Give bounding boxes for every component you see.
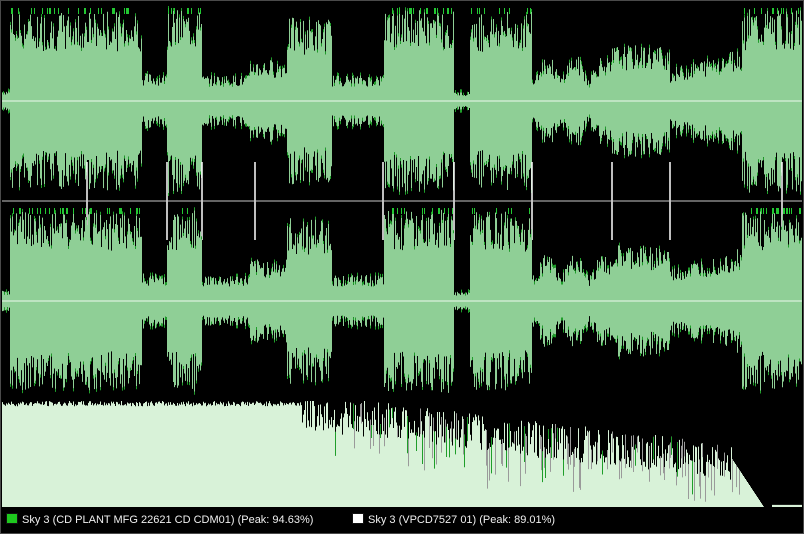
white-swatch-icon bbox=[352, 513, 364, 524]
legend-item-cd-plant: Sky 3 (CD PLANT MFG 22621 CD CDM01) (Pea… bbox=[6, 508, 313, 532]
waveform-canvas bbox=[2, 2, 802, 507]
legend-item-vpcd: Sky 3 (VPCD7527 01) (Peak: 89.01%) bbox=[352, 508, 555, 532]
waveform-comparison-window: Sky 3 (CD PLANT MFG 22621 CD CDM01) (Pea… bbox=[0, 0, 804, 534]
legend-label-cd-plant: Sky 3 (CD PLANT MFG 22621 CD CDM01) (Pea… bbox=[22, 514, 314, 526]
green-swatch-icon bbox=[6, 513, 18, 524]
legend-label-vpcd: Sky 3 (VPCD7527 01) (Peak: 89.01%) bbox=[368, 514, 556, 526]
legend-bar: Sky 3 (CD PLANT MFG 22621 CD CDM01) (Pea… bbox=[2, 508, 802, 532]
